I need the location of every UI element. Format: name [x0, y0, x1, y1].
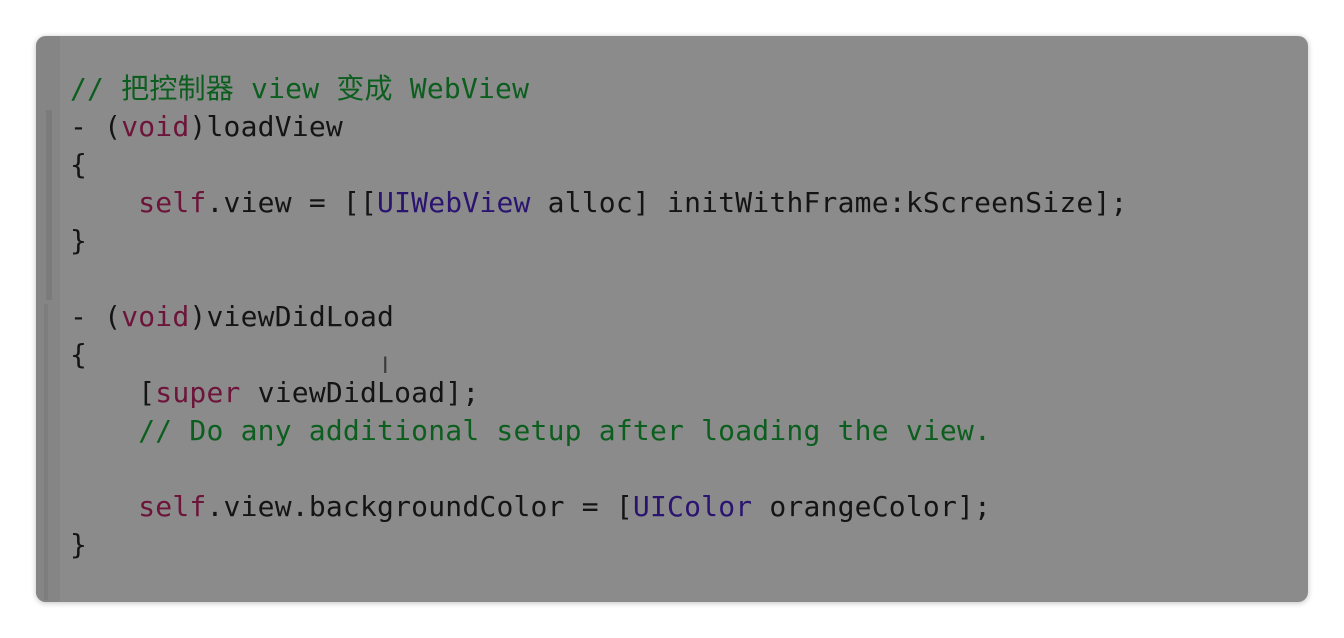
code-token-plain: [: [70, 376, 156, 409]
code-token-comment: // Do any additional setup after loading…: [70, 414, 992, 447]
code-token-keyword: void: [121, 300, 190, 333]
code-token-plain: alloc] initWithFrame:kScreenSize];: [530, 186, 1128, 219]
code-token-keyword: void: [121, 110, 190, 143]
code-token-plain: )viewDidLoad: [189, 300, 395, 333]
code-token-keyword: self: [138, 490, 207, 523]
code-token-plain: - (: [70, 110, 122, 143]
code-token-class: UIWebView: [377, 186, 531, 219]
code-line[interactable]: [70, 260, 1128, 298]
code-token-comment: // 把控制器 view 变成 WebView: [70, 72, 530, 105]
code-line[interactable]: - (void)viewDidLoad: [70, 298, 1128, 336]
code-line[interactable]: }: [70, 222, 1128, 260]
change-marker-bar: [46, 110, 52, 300]
code-token-plain: {: [70, 148, 88, 181]
code-token-plain: }: [70, 224, 88, 257]
code-line[interactable]: [super viewDidLoad];: [70, 374, 1128, 412]
code-token-plain: viewDidLoad];: [240, 376, 480, 409]
code-token-keyword: super: [155, 376, 241, 409]
code-editor-window: // 把控制器 view 变成 WebView - (void)loadView{…: [36, 36, 1308, 602]
code-line[interactable]: // 把控制器 view 变成 WebView: [70, 70, 1128, 108]
code-token-plain: - (: [70, 300, 122, 333]
code-token-plain: orangeColor];: [752, 490, 992, 523]
code-line[interactable]: // Do any additional setup after loading…: [70, 412, 1128, 450]
code-line[interactable]: self.view.backgroundColor = [UIColor ora…: [70, 488, 1128, 526]
code-token-plain: .view.backgroundColor = [: [206, 490, 633, 523]
code-line[interactable]: {: [70, 146, 1128, 184]
code-token-plain: .view = [[: [206, 186, 378, 219]
code-line[interactable]: }: [70, 526, 1128, 564]
code-token-class: UIColor: [632, 490, 753, 523]
change-marker-bar: [44, 304, 48, 600]
code-line[interactable]: - (void)loadView: [70, 108, 1128, 146]
code-token-plain: {: [70, 338, 88, 371]
code-token-keyword: self: [138, 186, 207, 219]
code-area[interactable]: // 把控制器 view 变成 WebView - (void)loadView{…: [70, 70, 1128, 564]
text-cursor-icon: I: [382, 354, 389, 379]
code-token-plain: }: [70, 528, 88, 561]
code-line[interactable]: {: [70, 336, 1128, 374]
editor-gutter: [36, 36, 60, 602]
code-line[interactable]: self.view = [[UIWebView alloc] initWithF…: [70, 184, 1128, 222]
code-token-plain: )loadView: [189, 110, 343, 143]
code-line[interactable]: [70, 450, 1128, 488]
